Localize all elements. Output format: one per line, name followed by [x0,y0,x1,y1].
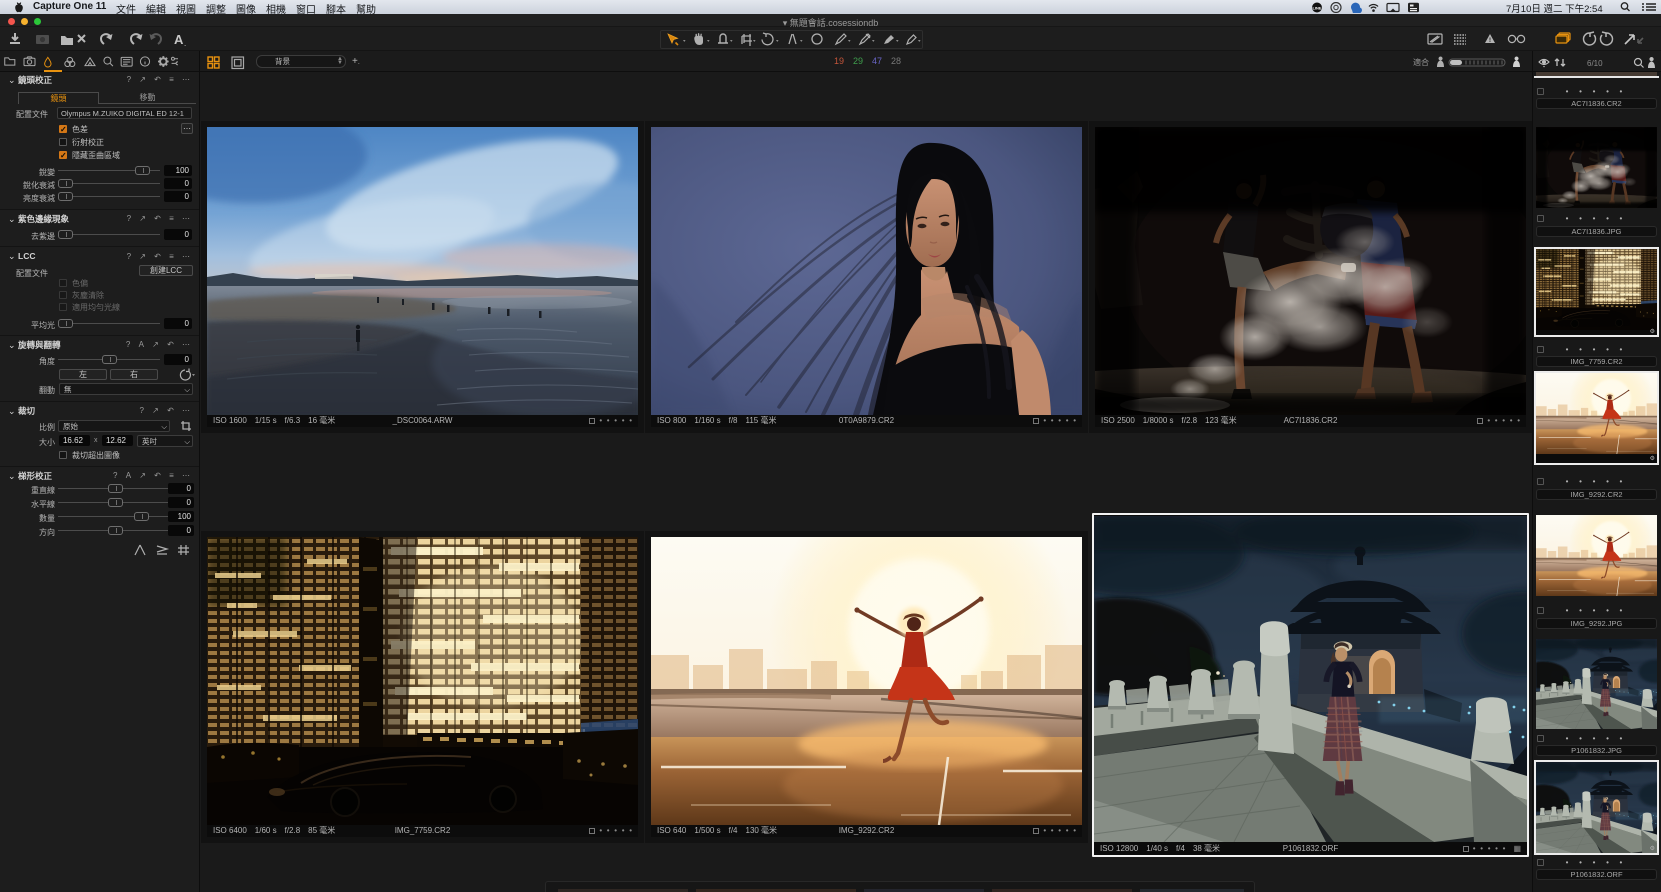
svg-text:6/10: 6/10 [1587,59,1603,68]
svg-text:.: . [184,39,186,48]
svg-text:LINE: LINE [1312,5,1321,10]
svg-text:A: A [174,32,184,47]
svg-text:!: ! [1489,38,1491,44]
